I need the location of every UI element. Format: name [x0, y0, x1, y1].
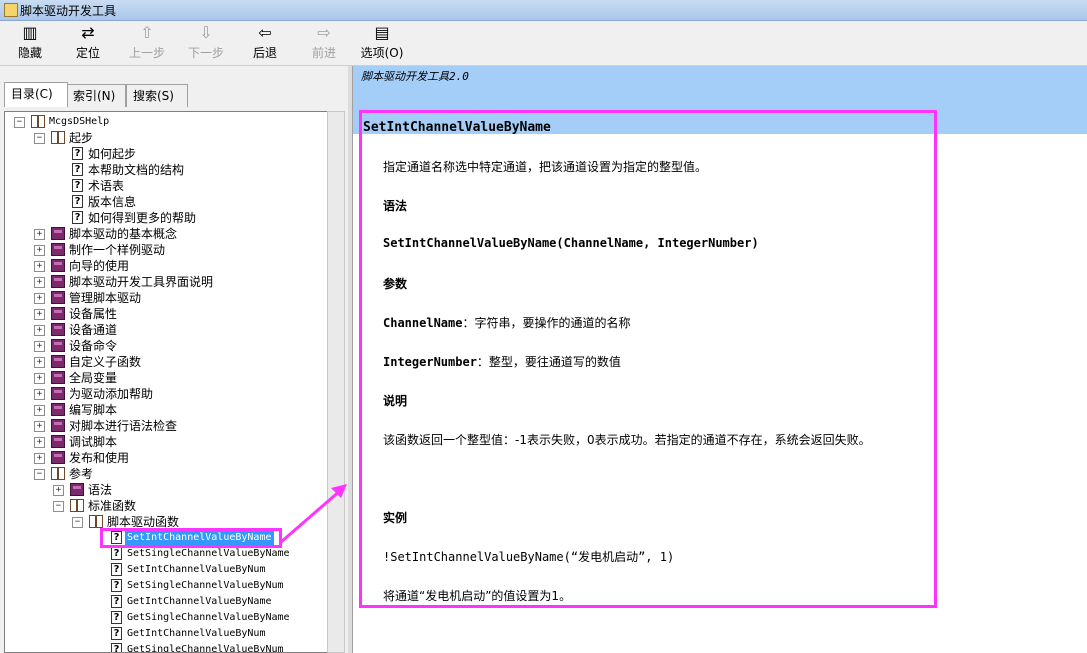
closed-book-icon [51, 243, 65, 256]
closed-book-icon [51, 339, 65, 352]
expand-icon[interactable]: + [34, 293, 45, 304]
help-page-icon: ? [111, 595, 122, 608]
closed-book-icon [51, 403, 65, 416]
open-book-icon [70, 499, 84, 512]
closed-book-icon [51, 371, 65, 384]
expand-icon[interactable]: + [34, 421, 45, 432]
closed-book-icon [51, 323, 65, 336]
closed-book-icon [51, 387, 65, 400]
navigation-pane: 目录(C) 索引(N) 搜索(S) − McgsDSHelp − 起步 ? 如何… [0, 66, 348, 653]
expand-icon[interactable]: + [34, 309, 45, 320]
expand-icon[interactable]: + [53, 485, 64, 496]
help-page-icon: ? [72, 163, 83, 176]
expand-icon[interactable]: + [34, 405, 45, 416]
param-integernumber: IntegerNumber：整型，要往通道写的数值 [383, 353, 621, 370]
collapse-icon[interactable]: − [34, 133, 45, 144]
tab-contents[interactable]: 目录(C) [4, 82, 68, 107]
help-page-icon: ? [72, 195, 83, 208]
closed-book-icon [51, 307, 65, 320]
collapse-icon[interactable]: − [53, 501, 64, 512]
closed-book-icon [51, 259, 65, 272]
open-book-icon [31, 115, 45, 128]
arrow-down-icon: ⇩ [199, 23, 213, 42]
param-description: ：字符串，要操作的通道的名称 [462, 316, 631, 330]
example-heading: 实例 [383, 511, 408, 525]
forward-button[interactable]: ⇨ 前进 [298, 23, 350, 63]
closed-book-icon [51, 291, 65, 304]
arrow-right-icon: ⇨ [317, 23, 331, 42]
help-page-icon: ? [111, 643, 122, 652]
open-book-icon [89, 515, 103, 528]
expand-icon[interactable]: + [34, 245, 45, 256]
locate-icon: ⇄ [81, 23, 95, 42]
collapse-icon[interactable]: − [14, 117, 25, 128]
syntax-heading: 语法 [383, 199, 408, 213]
closed-book-icon [51, 275, 65, 288]
options-button[interactable]: ▤ 选项(O) [356, 23, 408, 63]
arrow-left-icon: ⇦ [258, 23, 272, 42]
param-name: ChannelName [383, 316, 463, 330]
hide-button[interactable]: ▥ 隐藏 [4, 23, 56, 63]
annotation-arrow [280, 484, 347, 544]
locate-button[interactable]: ⇄ 定位 [62, 23, 114, 63]
options-icon: ▤ [374, 23, 390, 42]
tree-scrollbar[interactable] [327, 111, 345, 653]
topic-content-pane: 脚本驱动开发工具2.0 SetIntChannelValueByName 指定通… [352, 66, 1087, 653]
banner-title: 脚本驱动开发工具2.0 [361, 70, 469, 83]
closed-book-icon [51, 419, 65, 432]
expand-icon[interactable]: + [34, 325, 45, 336]
closed-book-icon [51, 227, 65, 240]
title-bar: 脚本驱动开发工具 [0, 0, 1087, 21]
app-icon [4, 3, 18, 17]
topic-title: SetIntChannelValueByName [363, 120, 551, 135]
collapse-icon[interactable]: − [34, 469, 45, 480]
expand-icon[interactable]: + [34, 373, 45, 384]
closed-book-icon [51, 355, 65, 368]
expand-icon[interactable]: + [34, 261, 45, 272]
params-heading: 参数 [383, 277, 408, 291]
param-name: IntegerNumber [383, 355, 477, 369]
help-page-icon: ? [72, 147, 83, 160]
selection-highlight-box [100, 528, 282, 548]
arrow-up-icon: ⇧ [140, 23, 154, 42]
toolbar: ▥ 隐藏 ⇄ 定位 ⇧ 上一步 ⇩ 下一步 ⇦ 后退 ⇨ 前进 ▤ 选项(O) [0, 21, 1087, 66]
expand-icon[interactable]: + [34, 453, 45, 464]
closed-book-icon [70, 483, 84, 496]
expand-icon[interactable]: + [34, 389, 45, 400]
param-channelname: ChannelName：字符串，要操作的通道的名称 [383, 314, 631, 331]
expand-icon[interactable]: + [34, 357, 45, 368]
notes-text: 该函数返回一个整型值：-1表示失败，0表示成功。若指定的通道不存在，系统会返回失… [383, 433, 871, 447]
contents-tree[interactable]: − McgsDSHelp − 起步 ? 如何起步 ? 本帮助文档的结构 ? 术语… [4, 111, 328, 653]
next-button[interactable]: ⇩ 下一步 [180, 23, 232, 63]
topic-description: 指定通道名称选中特定通道，把该通道设置为指定的整型值。 [383, 160, 708, 174]
hide-pane-icon: ▥ [22, 23, 38, 42]
closed-book-icon [51, 451, 65, 464]
expand-icon[interactable]: + [34, 341, 45, 352]
help-page-icon: ? [111, 563, 122, 576]
help-page-icon: ? [111, 547, 122, 560]
tab-index[interactable]: 索引(N) [66, 84, 126, 107]
open-book-icon [51, 131, 65, 144]
expand-icon[interactable]: + [34, 229, 45, 240]
param-description: ：整型，要往通道写的数值 [476, 355, 621, 369]
expand-icon[interactable]: + [34, 437, 45, 448]
expand-icon[interactable]: + [34, 277, 45, 288]
open-book-icon [51, 467, 65, 480]
tab-search[interactable]: 搜索(S) [126, 84, 188, 107]
window-title: 脚本驱动开发工具 [20, 4, 117, 18]
help-page-icon: ? [111, 611, 122, 624]
collapse-icon[interactable]: − [72, 517, 83, 528]
syntax-code: SetIntChannelValueByName(ChannelName, In… [383, 236, 759, 250]
prev-button[interactable]: ⇧ 上一步 [121, 23, 173, 63]
example-description: 将通道“发电机启动”的值设置为1。 [383, 589, 572, 603]
help-page-icon: ? [111, 627, 122, 640]
back-button[interactable]: ⇦ 后退 [239, 23, 291, 63]
notes-heading: 说明 [383, 394, 408, 408]
help-page-icon: ? [72, 211, 83, 224]
help-page-icon: ? [72, 179, 83, 192]
example-code: !SetIntChannelValueByName(“发电机启动”, 1) [383, 550, 675, 564]
closed-book-icon [51, 435, 65, 448]
help-page-icon: ? [111, 579, 122, 592]
